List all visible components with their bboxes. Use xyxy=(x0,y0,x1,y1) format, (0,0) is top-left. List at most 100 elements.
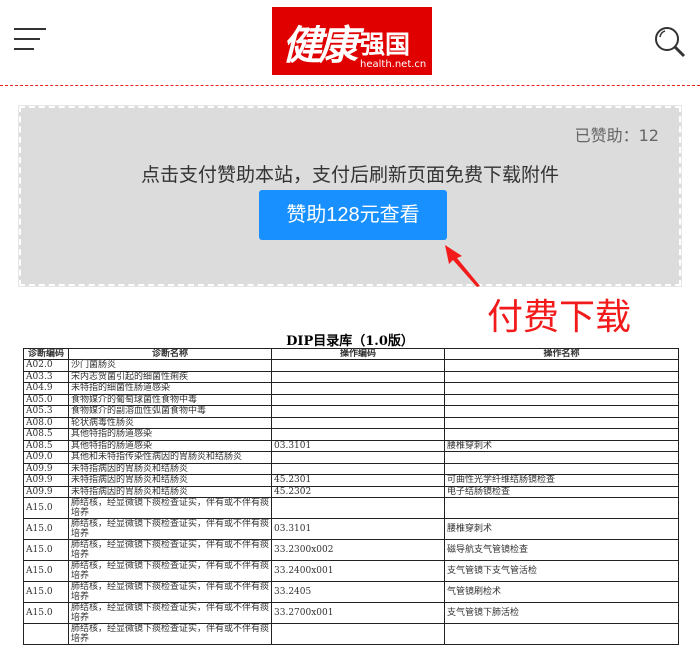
diag-name-cell: 肺结核，经显微镜下痰检查证实，伴有或不伴有痰培养 xyxy=(68,623,272,645)
diag-name-cell: 沙门菌肠炎 xyxy=(68,359,272,372)
op-name-cell: 腰椎穿刺术 xyxy=(444,518,679,540)
op-code-cell xyxy=(271,416,445,429)
diag-name-cell: 食物媒介的葡萄球菌性食物中毒 xyxy=(68,393,272,406)
table-header-row: 诊断编码 诊断名称 操作编码 操作名称 xyxy=(23,348,679,360)
diag-code-cell: A15.0 xyxy=(23,518,69,540)
op-code-cell xyxy=(271,359,445,372)
diag-name-cell: 肺结核，经显微镜下痰检查证实，伴有或不伴有痰培养 xyxy=(68,581,272,603)
op-code-cell xyxy=(271,428,445,441)
op-code-cell xyxy=(271,451,445,464)
col-header: 诊断名称 xyxy=(68,348,272,360)
op-code-cell: 45.2302 xyxy=(271,485,445,498)
table-row: A15.0 肺结核，经显微镜下痰检查证实，伴有或不伴有痰培养 xyxy=(23,497,679,519)
op-code-cell xyxy=(271,382,445,395)
op-code-cell xyxy=(271,393,445,406)
op-name-cell xyxy=(444,393,679,406)
diag-code-cell: A15.0 xyxy=(23,581,69,603)
diag-name-cell: 肺结核，经显微镜下痰检查证实，伴有或不伴有痰培养 xyxy=(68,518,272,540)
table-row: A05.3 食物媒介的副溶血性弧菌食物中毒 xyxy=(23,405,679,418)
table-row: 肺结核，经显微镜下痰检查证实，伴有或不伴有痰培养 xyxy=(23,623,679,645)
op-code-cell xyxy=(271,405,445,418)
diag-name-cell: 肺结核，经显微镜下痰检查证实，伴有或不伴有痰培养 xyxy=(68,602,272,624)
op-name-cell xyxy=(444,428,679,441)
col-header: 操作编码 xyxy=(271,348,445,360)
diag-code-cell: A09.9 xyxy=(23,474,69,487)
document-title: DIP目录库（1.0版） xyxy=(286,334,414,349)
table-row: A09.9 未特指病因的胃肠炎和结肠炎 45.2301 可曲性光学纤维结肠镜检查 xyxy=(23,474,679,487)
diag-name-cell: 肺结核，经显微镜下痰检查证实，伴有或不伴有痰培养 xyxy=(68,539,272,561)
diag-code-cell: A09.0 xyxy=(23,451,69,464)
diag-name-cell: 轮状病毒性肠炎 xyxy=(68,416,272,429)
diag-code-cell: A04.9 xyxy=(23,382,69,395)
diag-name-cell: 宋内志贺菌引起的细菌性痢疾 xyxy=(68,370,272,383)
op-name-cell: 可曲性光学纤维结肠镜检查 xyxy=(444,474,679,487)
diag-code-cell xyxy=(23,623,69,645)
diag-code-cell: A15.0 xyxy=(23,497,69,519)
logo-url: health.net.cn xyxy=(360,59,427,70)
diag-name-cell: 未特指病因的胃肠炎和结肠炎 xyxy=(68,462,272,475)
table-row: A08.5 其他特指的肠道感染 xyxy=(23,428,679,441)
diag-name-cell: 肺结核，经显微镜下痰检查证实，伴有或不伴有痰培养 xyxy=(68,497,272,519)
diag-code-cell: A15.0 xyxy=(23,602,69,624)
diag-name-cell: 其他特指的肠道感染 xyxy=(68,439,272,452)
sponsor-panel: 已赞助：12 点击支付赞助本站，支付后刷新页面免费下载附件 赞助128元查看 xyxy=(18,105,682,287)
search-icon[interactable] xyxy=(652,24,688,60)
diag-name-cell: 未特指病因的胃肠炎和结肠炎 xyxy=(68,485,272,498)
diag-code-cell: A05.3 xyxy=(23,405,69,418)
diag-name-cell: 未特指的细菌性肠道感染 xyxy=(68,382,272,395)
op-name-cell: 腰椎穿刺术 xyxy=(444,439,679,452)
site-header: 健康 强国 health.net.cn xyxy=(0,0,700,86)
col-header: 诊断编码 xyxy=(23,348,69,360)
op-name-cell xyxy=(444,416,679,429)
op-code-cell xyxy=(271,370,445,383)
diag-code-cell: A08.5 xyxy=(23,439,69,452)
logo-cn: 强国 xyxy=(360,30,411,59)
diag-name-cell: 肺结核，经显微镜下痰检查证实，伴有或不伴有痰培养 xyxy=(68,560,272,582)
op-code-cell: 33.2300x002 xyxy=(271,539,445,561)
op-code-cell: 03.3101 xyxy=(271,518,445,540)
site-logo[interactable]: 健康 强国 health.net.cn xyxy=(272,7,432,75)
op-code-cell xyxy=(271,462,445,475)
op-code-cell: 33.2405 xyxy=(271,581,445,603)
diag-code-cell: A08.5 xyxy=(23,428,69,441)
table-row: A08.5 其他特指的肠道感染 03.3101 腰椎穿刺术 xyxy=(23,439,679,452)
diag-code-cell: A02.0 xyxy=(23,359,69,372)
table-row: A15.0 肺结核，经显微镜下痰检查证实，伴有或不伴有痰培养 33.2400x001… xyxy=(23,560,679,582)
op-name-cell xyxy=(444,382,679,395)
table-row: A05.0 食物媒介的葡萄球菌性食物中毒 xyxy=(23,393,679,406)
table-row: A15.0 肺结核，经显微镜下痰检查证实，伴有或不伴有痰培养 03.3101 腰椎穿刺… xyxy=(23,518,679,540)
table-row: A09.0 其他和未特指传染性病因的胃肠炎和结肠炎 xyxy=(23,451,679,464)
table-row: A15.0 肺结核，经显微镜下痰检查证实，伴有或不伴有痰培养 33.2300x002… xyxy=(23,539,679,561)
op-code-cell: 45.2301 xyxy=(271,474,445,487)
op-code-cell: 03.3101 xyxy=(271,439,445,452)
op-code-cell xyxy=(271,497,445,519)
op-name-cell: 电子结肠镜检查 xyxy=(444,485,679,498)
logo-main: 健康 xyxy=(282,22,358,69)
op-name-cell: 磁导航支气管镜检查 xyxy=(444,539,679,561)
diag-name-cell: 其他和未特指传染性病因的胃肠炎和结肠炎 xyxy=(68,451,272,464)
table-row: A09.9 未特指病因的胃肠炎和结肠炎 45.2302 电子结肠镜检查 xyxy=(23,485,679,498)
op-code-cell xyxy=(271,623,445,645)
diag-code-cell: A03.3 xyxy=(23,370,69,383)
diag-code-cell: A05.0 xyxy=(23,393,69,406)
op-name-cell xyxy=(444,370,679,383)
op-code-cell: 33.2700x001 xyxy=(271,602,445,624)
table-row: A04.9 未特指的细菌性肠道感染 xyxy=(23,382,679,395)
table-row: A03.3 宋内志贺菌引起的细菌性痢疾 xyxy=(23,370,679,383)
diag-code-cell: A15.0 xyxy=(23,560,69,582)
op-name-cell xyxy=(444,405,679,418)
arrow-annotation-icon xyxy=(445,245,480,287)
op-name-cell: 气管镜刷检术 xyxy=(444,581,679,603)
dip-table: 诊断编码 诊断名称 操作编码 操作名称 A02.0 沙门菌肠炎 A03.3 宋内志贺菌… xyxy=(23,348,679,645)
op-name-cell xyxy=(444,623,679,645)
diag-code-cell: A09.9 xyxy=(23,485,69,498)
menu-icon[interactable] xyxy=(14,26,48,52)
op-name-cell xyxy=(444,359,679,372)
diag-name-cell: 食物媒介的副溶血性弧菌食物中毒 xyxy=(68,405,272,418)
op-code-cell: 33.2400x001 xyxy=(271,560,445,582)
op-name-cell: 支气管镜下支气管活检 xyxy=(444,560,679,582)
sponsor-count: 已赞助：12 xyxy=(574,126,659,145)
op-name-cell xyxy=(444,497,679,519)
sponsor-button[interactable]: 赞助128元查看 xyxy=(259,190,447,240)
diag-name-cell: 其他特指的肠道感染 xyxy=(68,428,272,441)
